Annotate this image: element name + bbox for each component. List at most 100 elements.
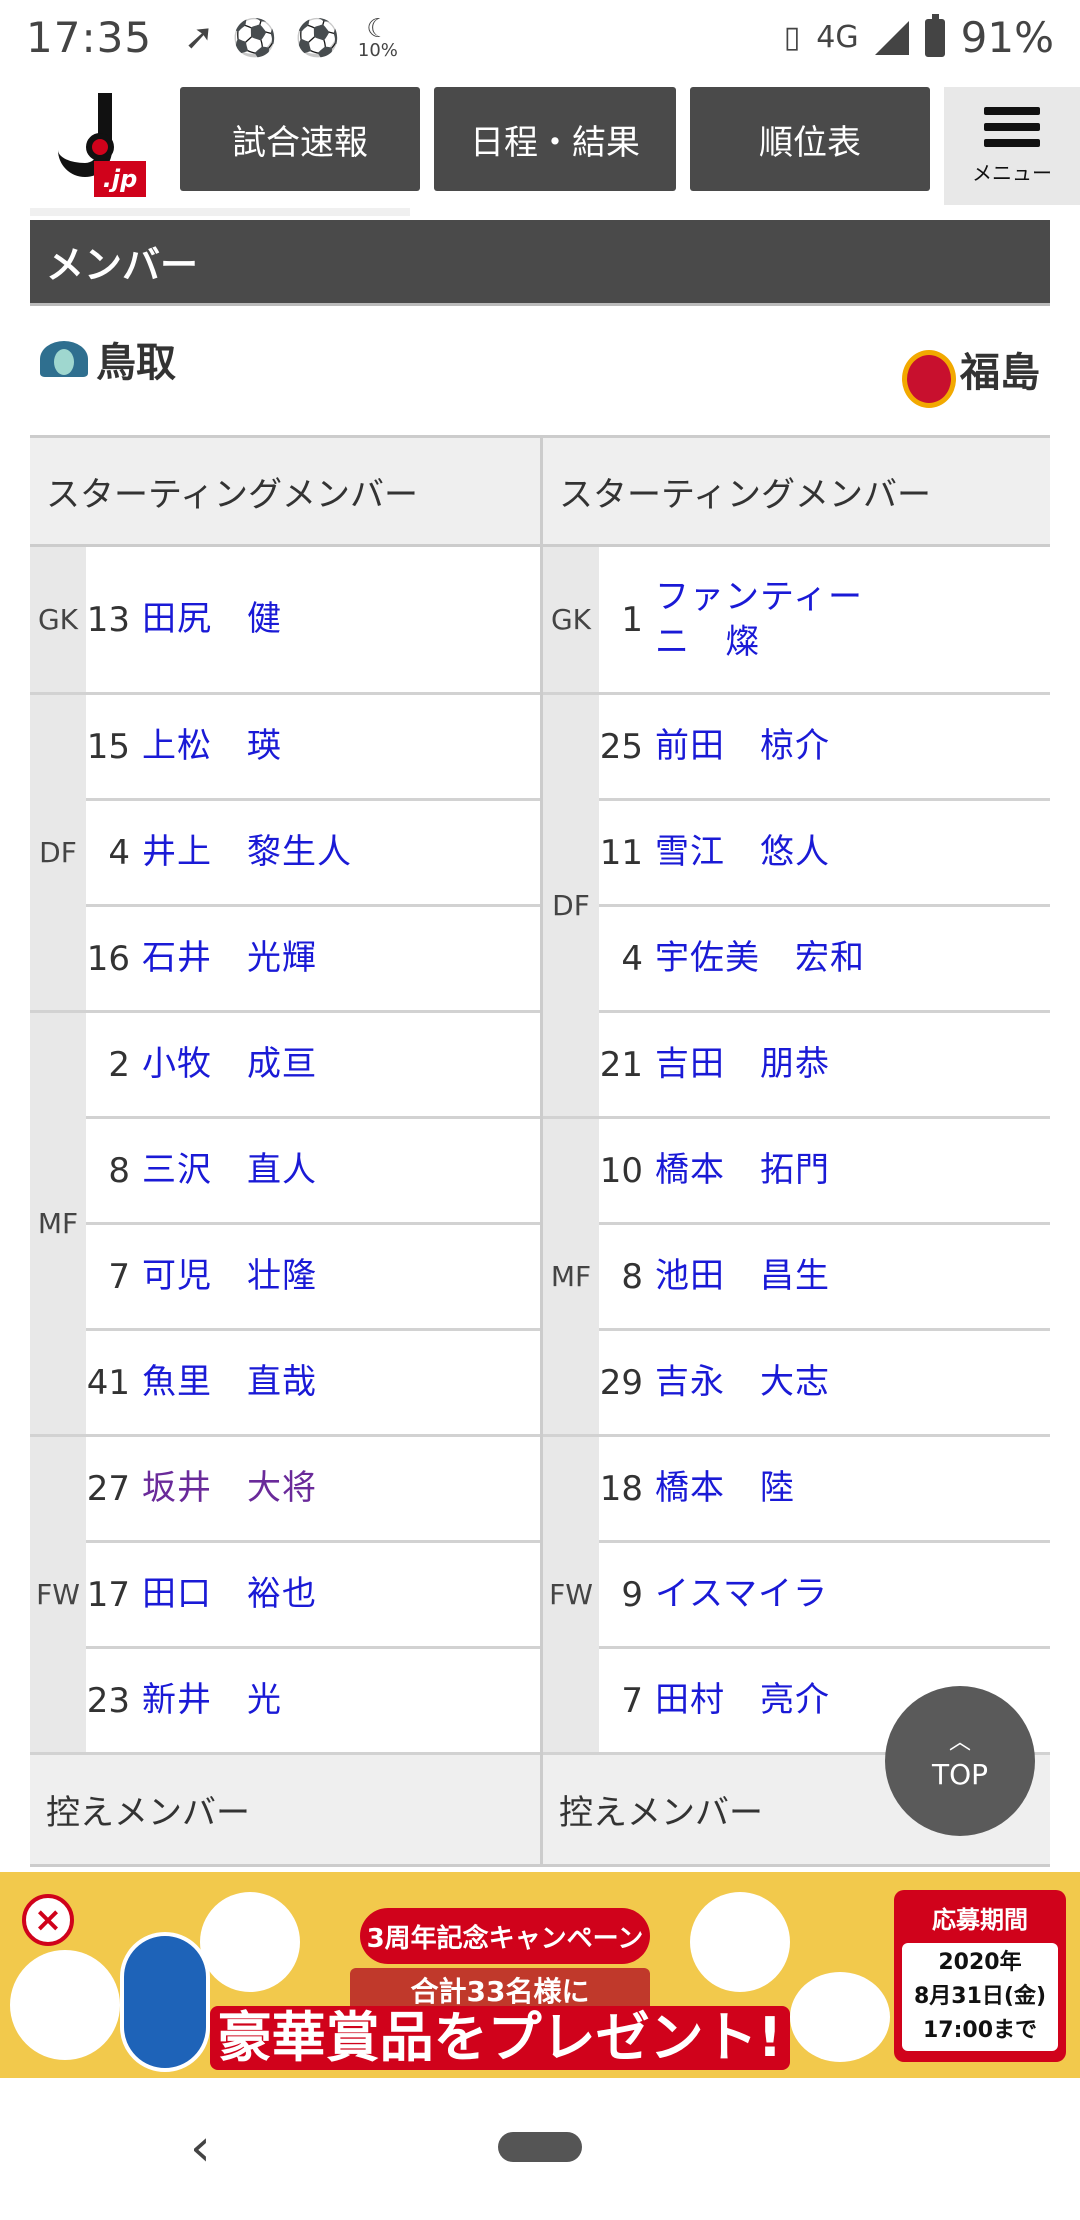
position-label: GK [543, 547, 599, 695]
player-name-link[interactable]: 田口 裕也 [142, 1572, 317, 1616]
ad-banner[interactable]: × 3周年記念キャンペーン 合計33名様に 豪華賞品をプレゼント! 応募期間 2… [0, 1872, 1080, 2078]
player-name-link[interactable]: 井上 黎生人 [142, 830, 352, 874]
notification-icons: ➚ ⚽ ⚽ ☾ 10% [184, 16, 398, 60]
position-label: MF [543, 1119, 599, 1437]
home-team[interactable]: 鳥取 [36, 330, 176, 388]
player-name-link[interactable]: 宇佐美 宏和 [655, 936, 865, 980]
lineup-header: スターティングメンバー スターティングメンバー [30, 435, 1050, 547]
home-starting-header: スターティングメンバー [30, 438, 540, 544]
player-name-link[interactable]: イスマイラ [655, 1572, 828, 1616]
position-label: DF [543, 695, 599, 1119]
away-team-name: 福島 [960, 350, 1040, 396]
player-name-link[interactable]: 上松 瑛 [142, 724, 282, 768]
player-row: 11 雪江 悠人 [599, 801, 1050, 907]
caret-up-icon: ︿ [948, 1729, 971, 1755]
player-number: 4 [621, 938, 643, 979]
vibrate-icon: ▯ [783, 20, 801, 55]
ad-period-line1: 2020年 [938, 1950, 1022, 1975]
player-number: 21 [599, 1044, 643, 1085]
player-name-link[interactable]: 魚里 直哉 [142, 1360, 317, 1404]
player-row: 7 可児 壮隆 [86, 1225, 540, 1331]
player-row: 16 石井 光輝 [86, 907, 540, 1013]
signal-icon [874, 20, 909, 55]
position-label: GK [30, 547, 86, 695]
tottori-emblem-icon [36, 331, 92, 387]
nav-schedule-results-button[interactable]: 日程・結果 [434, 87, 676, 191]
mascot-image [120, 1932, 210, 2072]
network-type: 4G [816, 20, 859, 55]
site-header: .jp 試合速報 日程・結果 順位表 メニュー [0, 75, 1080, 210]
player-row: 9 イスマイラ [599, 1543, 1050, 1649]
player-name-link[interactable]: 新井 光 [142, 1678, 282, 1722]
player-number: 17 [86, 1574, 130, 1615]
player-row: 15 上松 瑛 [86, 695, 540, 801]
scroll-top-label: TOP [931, 1757, 989, 1791]
player-number: 8 [621, 1256, 643, 1297]
projector-product-image [10, 1950, 120, 2060]
scroll-top-button[interactable]: ︿ TOP [885, 1686, 1035, 1836]
player-number: 41 [86, 1362, 130, 1403]
logo-ball [86, 133, 114, 161]
player-name-link[interactable]: 田村 亮介 [655, 1678, 830, 1722]
away-lineup-column: GK 1 ファンティーニ 燦 DF 25 前田 椋介 11 雪江 悠人 4 宇佐美 宏和 21 吉田 … [540, 547, 1050, 1755]
position-group: GK 13 田尻 健 [30, 547, 540, 695]
player-number: 1 [621, 599, 643, 640]
player-name-link[interactable]: 石井 光輝 [142, 936, 317, 980]
player-name-link[interactable]: 坂井 大将 [142, 1466, 317, 1510]
player-number: 11 [599, 832, 643, 873]
player-name-link[interactable]: 池田 昌生 [655, 1254, 830, 1298]
ad-period-title: 応募期間 [932, 1906, 1028, 1934]
soccer-ball-icon: ⚽ [295, 17, 340, 59]
ad-headline: 豪華賞品をプレゼント! [210, 2006, 790, 2070]
player-name-link[interactable]: 吉永 大志 [655, 1360, 830, 1404]
soccer-ball-icon: ⚽ [232, 17, 278, 59]
nav-standings-button[interactable]: 順位表 [690, 87, 930, 191]
player-row: 4 宇佐美 宏和 [599, 907, 1050, 1013]
nfc-icon: ➚ [184, 17, 215, 58]
player-name-link[interactable]: 橋本 陸 [655, 1466, 795, 1510]
ad-campaign: 3周年記念キャンペーン [360, 1908, 650, 1964]
player-row: 4 井上 黎生人 [86, 801, 540, 907]
player-number: 15 [86, 726, 130, 767]
position-group: FW 27 坂井 大将 17 田口 裕也 23 新井 光 [30, 1437, 540, 1755]
player-name-link[interactable]: 吉田 朋恭 [655, 1042, 830, 1086]
position-group: GK 1 ファンティーニ 燦 [543, 547, 1050, 695]
player-row: 2 小牧 成亘 [86, 1013, 540, 1119]
player-number: 23 [86, 1680, 130, 1721]
menu-label: メニュー [972, 160, 1052, 185]
player-name-link[interactable]: 三沢 直人 [142, 1148, 317, 1192]
player-number: 7 [108, 1256, 130, 1297]
nav-match-live-button[interactable]: 試合速報 [180, 87, 420, 191]
player-name-link[interactable]: 前田 椋介 [655, 724, 830, 768]
player-name-link[interactable]: 雪江 悠人 [655, 830, 830, 874]
position-label: FW [543, 1437, 599, 1755]
position-group: DF 25 前田 椋介 11 雪江 悠人 4 宇佐美 宏和 21 吉田 朋恭 [543, 695, 1050, 1119]
ad-period-line3: 17:00まで [922, 2018, 1038, 2043]
hamburger-icon [984, 106, 1040, 147]
player-number: 9 [621, 1574, 643, 1615]
player-row: 10 橋本 拓門 [599, 1119, 1050, 1225]
player-row: 25 前田 椋介 [599, 695, 1050, 801]
position-group: DF 15 上松 瑛 4 井上 黎生人 16 石井 光輝 [30, 695, 540, 1013]
menu-button[interactable]: メニュー [944, 87, 1080, 205]
player-row: 13 田尻 健 [86, 547, 540, 695]
back-icon[interactable]: ‹ [190, 2118, 211, 2178]
home-pill-button[interactable] [498, 2132, 582, 2162]
jleague-logo[interactable]: .jp [48, 93, 158, 203]
player-name-link[interactable]: 小牧 成亘 [142, 1042, 317, 1086]
lineup-table: スターティングメンバー スターティングメンバー GK 13 田尻 健 DF 15 上松 瑛… [30, 435, 1050, 1867]
player-name-link[interactable]: 橋本 拓門 [655, 1148, 830, 1192]
player-name-link[interactable]: ファンティーニ 燦 [655, 575, 885, 663]
player-name-link[interactable]: 可児 壮隆 [142, 1254, 317, 1298]
away-team[interactable]: 福島 [902, 330, 1040, 408]
fukushima-emblem-icon [902, 350, 956, 408]
ad-period-line2: 8月31日(金) [913, 1984, 1047, 2009]
player-row: 41 魚里 直哉 [86, 1331, 540, 1437]
player-row: 23 新井 光 [86, 1649, 540, 1755]
away-starting-header: スターティングメンバー [540, 438, 1050, 544]
player-number: 16 [86, 938, 130, 979]
player-name-link[interactable]: 田尻 健 [142, 597, 282, 641]
close-ad-button[interactable]: × [22, 1894, 74, 1946]
player-row: 21 吉田 朋恭 [599, 1013, 1050, 1119]
status-bar: 17:35 ➚ ⚽ ⚽ ☾ 10% ▯ 4G 91% [0, 0, 1080, 75]
